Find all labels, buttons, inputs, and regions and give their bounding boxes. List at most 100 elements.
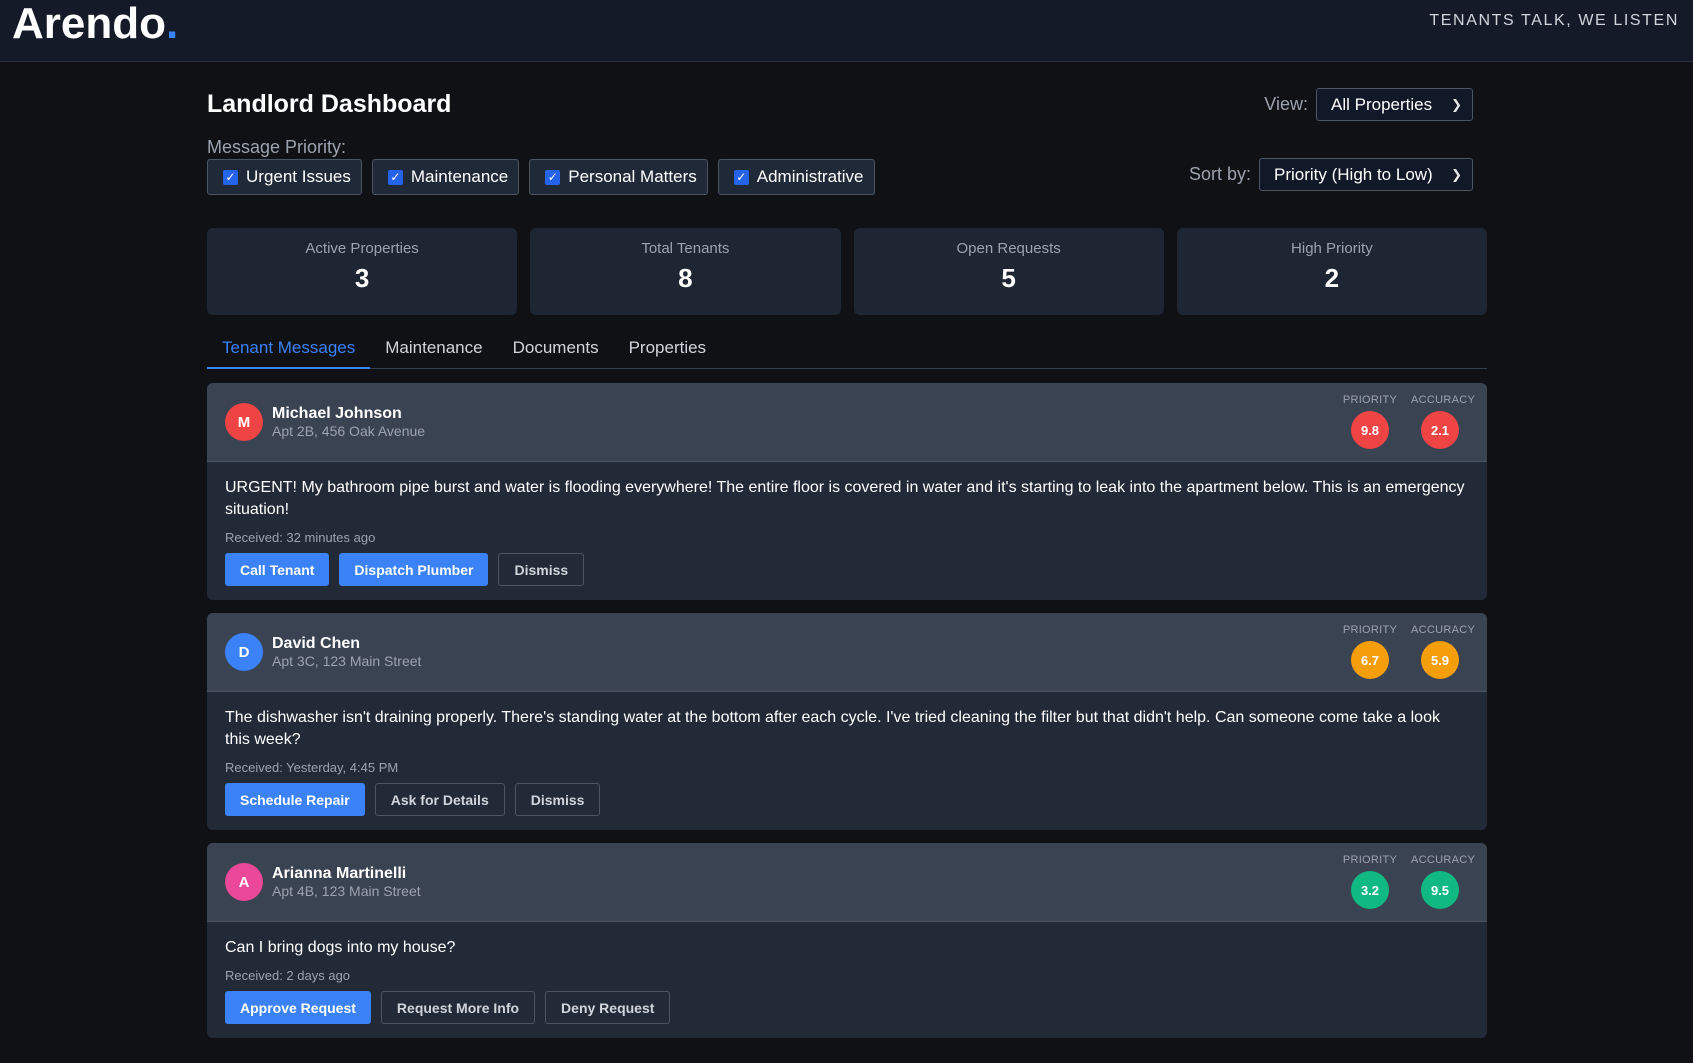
tenant-name: David Chen: [272, 635, 361, 652]
tenant-address: Apt 2B, 456 Oak Avenue: [272, 423, 426, 439]
message-card: A Arianna Martinelli Apt 4B, 123 Main St…: [207, 843, 1487, 1038]
filter-personal-matters[interactable]: ✓ Personal Matters: [529, 159, 708, 195]
message-list: M Michael Johnson Apt 2B, 456 Oak Avenue…: [207, 383, 1487, 1051]
accuracy-score-label: ACCURACY: [1411, 624, 1476, 636]
stat-card-total-tenants: Total Tenants 8: [530, 228, 841, 315]
message-card-body: URGENT! My bathroom pipe burst and water…: [207, 462, 1487, 600]
view-select[interactable]: All Properties ❯: [1316, 88, 1473, 121]
stat-label: High Priority: [1291, 240, 1373, 257]
logo[interactable]: Arendo.: [12, 0, 178, 48]
stat-label: Total Tenants: [641, 240, 730, 257]
stat-card-high-priority: High Priority 2: [1176, 228, 1487, 315]
message-card-header: D David Chen Apt 3C, 123 Main Street PRI…: [207, 613, 1487, 692]
sort-label: Sort by:: [1188, 164, 1251, 184]
tagline: TENANTS TALK, WE LISTEN: [1429, 12, 1679, 29]
priority-score-label: PRIORITY: [1342, 624, 1398, 636]
message-actions: Approve Request Request More Info Deny R…: [225, 991, 1469, 1024]
priority-filters: ✓ Urgent Issues ✓ Maintenance ✓ Personal…: [207, 159, 875, 195]
sort-select[interactable]: Priority (High to Low) ❯: [1259, 158, 1473, 191]
priority-score-value: 3.2: [1351, 871, 1389, 909]
view-select-value: All Properties: [1331, 94, 1433, 114]
received-time: Received: 2 days ago: [225, 968, 351, 983]
filter-label: Urgent Issues: [246, 167, 351, 186]
accuracy-score: ACCURACY 5.9: [1411, 624, 1476, 679]
message-text: The dishwasher isn't draining properly. …: [225, 709, 1440, 748]
accuracy-score-label: ACCURACY: [1411, 394, 1476, 406]
priority-score-value: 9.8: [1351, 411, 1389, 449]
checkbox-checked-icon[interactable]: ✓: [733, 169, 749, 185]
stat-card-active-properties: Active Properties 3: [207, 228, 518, 315]
accuracy-score-label: ACCURACY: [1411, 854, 1476, 866]
filter-label: Personal Matters: [568, 167, 697, 186]
sort-select-value: Priority (High to Low): [1274, 164, 1433, 184]
view-label: View:: [1264, 94, 1308, 114]
priority-score-value: 6.7: [1351, 641, 1389, 679]
checkbox-checked-icon[interactable]: ✓: [387, 169, 403, 185]
call-tenant-button[interactable]: Call Tenant: [225, 553, 330, 586]
priority-score: PRIORITY 3.2: [1341, 854, 1399, 909]
filter-administrative[interactable]: ✓ Administrative: [717, 159, 875, 195]
accuracy-score-value: 5.9: [1421, 641, 1459, 679]
message-card-header: A Arianna Martinelli Apt 4B, 123 Main St…: [207, 843, 1487, 922]
stat-label: Open Requests: [956, 240, 1061, 257]
tab-tenant-messages[interactable]: Tenant Messages: [207, 330, 371, 369]
stat-label: Active Properties: [305, 240, 419, 257]
priority-score-label: PRIORITY: [1342, 854, 1398, 866]
request-more-info-button[interactable]: Request More Info: [380, 991, 536, 1024]
accuracy-score: ACCURACY 2.1: [1411, 394, 1476, 449]
stat-value: 8: [678, 263, 693, 293]
message-card-body: The dishwasher isn't draining properly. …: [207, 692, 1487, 830]
message-actions: Call Tenant Dispatch Plumber Dismiss: [225, 553, 1469, 586]
accuracy-score-value: 2.1: [1421, 411, 1459, 449]
message-card-body: Can I bring dogs into my house? Received…: [207, 922, 1487, 1038]
tenant-name: Arianna Martinelli: [272, 865, 407, 882]
dismiss-button[interactable]: Dismiss: [514, 783, 601, 816]
message-card: D David Chen Apt 3C, 123 Main Street PRI…: [207, 613, 1487, 830]
filter-urgent-issues[interactable]: ✓ Urgent Issues: [207, 159, 362, 195]
ask-for-details-button[interactable]: Ask for Details: [374, 783, 505, 816]
message-text: Can I bring dogs into my house?: [225, 939, 456, 956]
score-group: PRIORITY 6.7 ACCURACY 5.9: [1341, 624, 1476, 679]
priority-score-label: PRIORITY: [1342, 394, 1398, 406]
priority-score: PRIORITY 9.8: [1341, 394, 1399, 449]
tab-bar: Tenant Messages Maintenance Documents Pr…: [207, 330, 1487, 369]
stat-value: 3: [354, 263, 370, 293]
accuracy-score: ACCURACY 9.5: [1411, 854, 1476, 909]
avatar: A: [225, 863, 263, 901]
approve-request-button[interactable]: Approve Request: [225, 991, 371, 1024]
tenant-address: Apt 3C, 123 Main Street: [272, 653, 422, 669]
dismiss-button[interactable]: Dismiss: [498, 553, 585, 586]
tenant-address: Apt 4B, 123 Main Street: [272, 883, 421, 899]
tenant-name: Michael Johnson: [272, 405, 402, 422]
received-time: Received: 32 minutes ago: [225, 530, 376, 545]
score-group: PRIORITY 9.8 ACCURACY 2.1: [1341, 394, 1476, 449]
message-card-header: M Michael Johnson Apt 2B, 456 Oak Avenue…: [207, 383, 1487, 462]
deny-request-button[interactable]: Deny Request: [545, 991, 671, 1024]
message-priority-label: Message Priority:: [207, 137, 347, 157]
checkbox-checked-icon[interactable]: ✓: [545, 169, 561, 185]
checkbox-checked-icon[interactable]: ✓: [223, 169, 238, 185]
accuracy-score-value: 9.5: [1421, 871, 1459, 909]
top-bar: Arendo. TENANTS TALK, WE LISTEN: [0, 0, 1693, 62]
filter-maintenance[interactable]: ✓ Maintenance: [371, 159, 520, 195]
message-text: URGENT! My bathroom pipe burst and water…: [225, 479, 1465, 518]
stat-value: 5: [1001, 263, 1016, 293]
tab-documents[interactable]: Documents: [498, 330, 614, 368]
tab-maintenance[interactable]: Maintenance: [370, 330, 497, 368]
dispatch-plumber-button[interactable]: Dispatch Plumber: [339, 553, 489, 586]
stat-value: 2: [1324, 263, 1340, 293]
avatar: D: [225, 633, 263, 671]
chevron-down-icon: ❯: [1451, 166, 1462, 182]
schedule-repair-button[interactable]: Schedule Repair: [225, 783, 365, 816]
received-time: Received: Yesterday, 4:45 PM: [225, 760, 399, 775]
message-card: M Michael Johnson Apt 2B, 456 Oak Avenue…: [207, 383, 1487, 600]
tab-properties[interactable]: Properties: [614, 330, 721, 368]
stats-row: Active Properties 3 Total Tenants 8 Open…: [207, 228, 1487, 315]
page-title: Landlord Dashboard: [207, 90, 452, 118]
view-control: View: All Properties ❯: [1264, 88, 1473, 121]
filter-label: Administrative: [756, 167, 864, 186]
logo-dot: .: [166, 0, 179, 48]
chevron-down-icon: ❯: [1451, 96, 1462, 112]
filter-label: Maintenance: [410, 167, 509, 186]
priority-score: PRIORITY 6.7: [1341, 624, 1399, 679]
